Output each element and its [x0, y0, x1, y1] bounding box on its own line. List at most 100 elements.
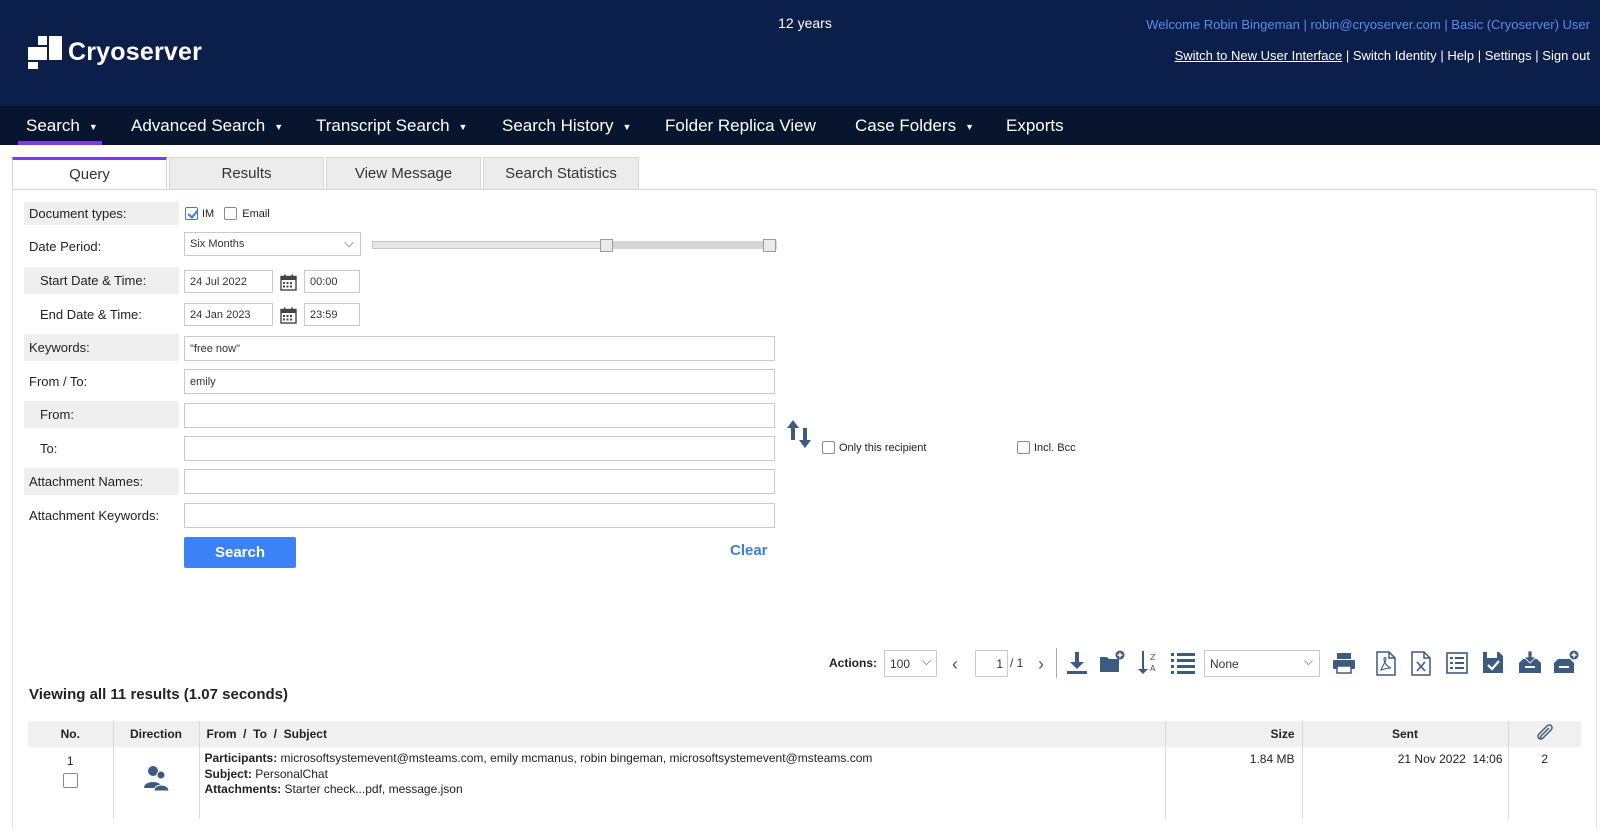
start-date-input[interactable]: 24 Jul 2022 [184, 270, 273, 293]
to-input[interactable] [184, 436, 775, 461]
next-page-icon[interactable]: › [1034, 654, 1048, 674]
search-button[interactable]: Search [184, 537, 296, 568]
nav-folder-replica-label: Folder Replica View [665, 115, 816, 135]
switch-identity-link[interactable]: Switch Identity [1353, 48, 1437, 63]
chevron-down-icon: ▼ [622, 122, 632, 132]
toolbar-divider [1056, 648, 1057, 678]
slider-start-handle[interactable] [600, 239, 613, 252]
only-recipient-checkbox[interactable] [822, 441, 835, 454]
nav-search[interactable]: Search ▼ [18, 106, 102, 145]
page-number-input[interactable]: 1 [975, 650, 1008, 677]
inbox-download-icon[interactable] [1516, 648, 1544, 676]
from-input[interactable] [184, 403, 775, 428]
attachment-names-input[interactable] [184, 469, 775, 494]
sent-cell: 21 Nov 2022 14:06 [1302, 747, 1509, 819]
date-range-slider[interactable] [372, 241, 777, 249]
only-recipient-group: Only this recipient [822, 441, 926, 454]
start-time-input[interactable]: 00:00 [304, 270, 360, 293]
save-search-icon[interactable] [1480, 649, 1506, 676]
end-datetime-label: End Date & Time: [40, 307, 142, 322]
row-checkbox-wrap [28, 773, 113, 789]
inbox-add-icon[interactable] [1552, 648, 1580, 676]
page-total: / 1 [1010, 656, 1024, 670]
col-no[interactable]: No. [28, 721, 114, 747]
pdf-icon[interactable] [1374, 649, 1398, 677]
swap-from-to-icon[interactable] [784, 417, 814, 451]
im-label: IM [202, 207, 215, 220]
columns-icon[interactable] [1444, 650, 1470, 676]
chevron-down-icon: ▼ [274, 122, 284, 132]
col-sent[interactable]: Sent [1302, 721, 1509, 747]
col-direction[interactable]: Direction [113, 721, 200, 747]
incl-bcc-checkbox[interactable] [1017, 441, 1030, 454]
from-to-label: From / To: [29, 374, 88, 389]
nav-advanced-search-label: Advanced Search [131, 115, 266, 135]
help-link[interactable]: Help [1447, 48, 1474, 63]
nav-exports[interactable]: Exports [1006, 106, 1064, 145]
im-checkbox[interactable] [185, 207, 198, 220]
chevron-down-icon: ▼ [458, 122, 468, 132]
col-from-to-subject[interactable]: From / To / Subject [199, 721, 1166, 747]
col-attachments[interactable] [1508, 721, 1581, 747]
page-size-select[interactable]: 100 ⌵ [884, 650, 937, 677]
col-size[interactable]: Size [1165, 721, 1303, 747]
chevron-down-icon: ▼ [88, 122, 98, 132]
keywords-input[interactable]: "free now" [184, 336, 775, 361]
app-header: Cryoserver 12 years Welcome Robin Bingem… [0, 0, 1600, 106]
cryoserver-logo[interactable]: Cryoserver [28, 34, 202, 70]
settings-link[interactable]: Settings [1485, 48, 1532, 63]
chevron-down-icon: ▼ [965, 122, 975, 132]
tab-view-message[interactable]: View Message [326, 157, 481, 190]
attachments-label: Attachments: [204, 782, 282, 796]
page-size-value: 100 [890, 656, 911, 671]
participants-label: Participants: [204, 751, 278, 765]
retention-period: 12 years [778, 15, 832, 31]
sort-icon[interactable]: ZA [1136, 649, 1160, 676]
table-row[interactable]: 1 Participants: microsoftsystemevent@mst… [28, 747, 1581, 819]
calendar-icon[interactable] [278, 272, 298, 292]
participants-icon [144, 766, 170, 792]
email-checkbox[interactable] [224, 207, 238, 220]
nav-folder-replica-view[interactable]: Folder Replica View [665, 106, 816, 145]
attachments-value: Starter check...pdf, message.json [284, 782, 463, 796]
only-recipient-label: Only this recipient [839, 441, 927, 454]
calendar-icon[interactable] [278, 305, 298, 325]
date-period-select[interactable]: Six Months ⌵ [184, 232, 361, 256]
chevron-down-icon: ⌵ [344, 235, 354, 250]
attachment-keywords-input[interactable] [184, 503, 775, 528]
end-date-input[interactable]: 24 Jan 2023 [184, 303, 273, 326]
sign-out-link[interactable]: Sign out [1542, 48, 1590, 63]
svg-text:Z: Z [1150, 653, 1156, 662]
slider-end-handle[interactable] [763, 239, 776, 252]
print-icon[interactable] [1330, 650, 1358, 676]
download-icon[interactable] [1064, 650, 1090, 676]
row-number: 1 [66, 754, 74, 768]
nav-advanced-search[interactable]: Advanced Search ▼ [131, 106, 283, 145]
tab-results[interactable]: Results [169, 157, 324, 190]
size-cell: 1.84 MB [1165, 747, 1303, 819]
date-period-value: Six Months [190, 238, 245, 250]
nav-transcript-search[interactable]: Transcript Search ▼ [316, 106, 467, 145]
end-time-input[interactable]: 23:59 [304, 303, 360, 326]
doc-types-label: Document types: [24, 202, 179, 225]
from-to-input[interactable]: emily [184, 369, 775, 394]
attachment-count-cell: 2 [1541, 752, 1549, 766]
switch-ui-link[interactable]: Switch to New User Interface [1175, 48, 1343, 63]
attachment-names-label: Attachment Names: [24, 468, 179, 495]
results-summary: Viewing all 11 results (1.07 seconds) [29, 686, 289, 703]
add-folder-icon[interactable] [1098, 648, 1126, 676]
keywords-label: Keywords: [24, 334, 179, 361]
message-summary-cell[interactable]: Participants: microsoftsystemevent@mstea… [199, 747, 1166, 819]
sort-select[interactable]: None ⌵ [1204, 650, 1320, 677]
slider-range-fill [601, 241, 777, 249]
participants-line: Participants: microsoftsystemevent@mstea… [205, 751, 1160, 767]
nav-case-folders[interactable]: Case Folders ▼ [855, 106, 974, 145]
tab-search-statistics[interactable]: Search Statistics [483, 157, 639, 190]
list-icon[interactable] [1170, 650, 1196, 676]
excel-icon[interactable] [1409, 649, 1433, 677]
nav-search-history[interactable]: Search History ▼ [502, 106, 631, 145]
previous-page-icon[interactable]: ‹ [948, 654, 962, 674]
row-checkbox[interactable] [62, 773, 78, 789]
clear-button[interactable]: Clear [730, 542, 768, 559]
tab-query[interactable]: Query [12, 157, 167, 190]
